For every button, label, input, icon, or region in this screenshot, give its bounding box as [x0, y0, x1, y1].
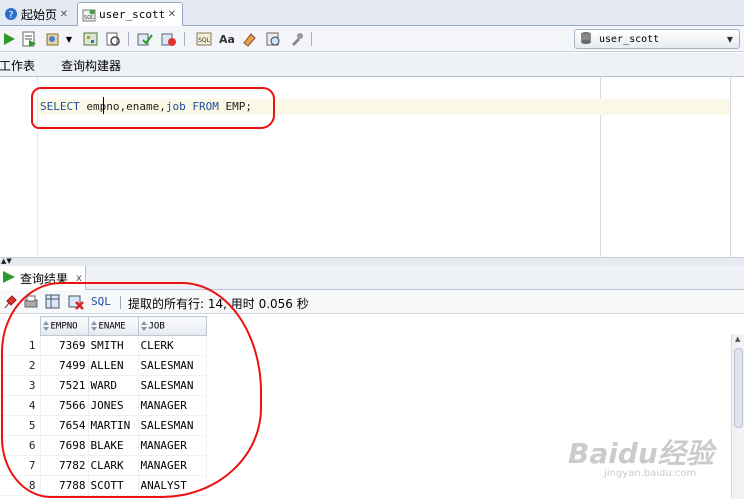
connection-select[interactable]: user_scott ▼	[574, 29, 740, 49]
red-annotation-circle	[31, 87, 275, 129]
toolbar-separator	[128, 32, 129, 46]
unshared-worksheet-icon[interactable]: SQL	[195, 30, 213, 48]
chevron-down-icon[interactable]: ▼	[64, 30, 74, 48]
svg-text:SQL: SQL	[198, 37, 211, 44]
scroll-up-icon[interactable]: ▲	[735, 335, 740, 343]
tab-start-page[interactable]: ? 起始页 ✕	[0, 2, 74, 26]
toolbar-separator	[184, 32, 185, 46]
collapse-arrows-icon[interactable]: ▲▼	[1, 257, 12, 265]
pane-splitter[interactable]: ▲▼	[0, 257, 744, 266]
watermark-brand: Baidu经验	[568, 437, 714, 470]
tab-label: 起始页	[21, 7, 58, 22]
sql-editor[interactable]: SELECT empno,ename,job FROM EMP;	[0, 77, 744, 258]
wrench-icon[interactable]	[288, 30, 306, 48]
to-upper-icon[interactable]: Aa	[218, 30, 236, 48]
worksheet-subtabs: 工作表 查询构建器	[0, 53, 744, 77]
svg-text:?: ?	[8, 10, 13, 21]
document-tab-bar: ? 起始页 ✕ SQL user_scott ✕	[0, 0, 744, 26]
tab-worksheet[interactable]: 工作表	[0, 57, 35, 74]
run-statement-icon[interactable]	[0, 30, 18, 48]
commit-icon[interactable]	[136, 30, 154, 48]
sql-worksheet-icon: SQL	[82, 8, 96, 22]
tab-query-builder[interactable]: 查询构建器	[61, 57, 121, 74]
eraser-icon[interactable]	[240, 30, 258, 48]
help-icon: ?	[4, 7, 18, 21]
close-icon[interactable]: ✕	[168, 9, 176, 20]
run-result-icon	[2, 270, 16, 287]
database-icon	[579, 31, 593, 48]
rollback-icon[interactable]	[160, 30, 178, 48]
connection-label: user_scott	[599, 33, 660, 45]
baidu-watermark: Baidu经验 jingyan.baidu.com	[568, 432, 714, 479]
worksheet-toolbar: ▼ SQL Aa user_scott ▼	[0, 26, 744, 52]
autotrace-icon[interactable]	[44, 30, 62, 48]
scrollbar-thumb[interactable]	[734, 348, 743, 428]
tab-label: user_scott	[99, 8, 166, 21]
chevron-down-icon: ▼	[726, 34, 733, 44]
run-script-icon[interactable]	[20, 30, 38, 48]
editor-edge-line	[730, 77, 731, 258]
toolbar-separator	[311, 32, 312, 46]
sql-history-icon[interactable]	[264, 30, 282, 48]
close-icon[interactable]: ✕	[60, 9, 68, 20]
tab-user-scott[interactable]: SQL user_scott ✕	[77, 2, 183, 26]
red-annotation-circle	[1, 282, 262, 498]
vertical-scrollbar[interactable]: ▲	[731, 334, 744, 499]
svg-text:SQL: SQL	[84, 15, 94, 21]
sql-tuning-advisor-icon[interactable]	[104, 30, 122, 48]
explain-plan-icon[interactable]	[82, 30, 100, 48]
